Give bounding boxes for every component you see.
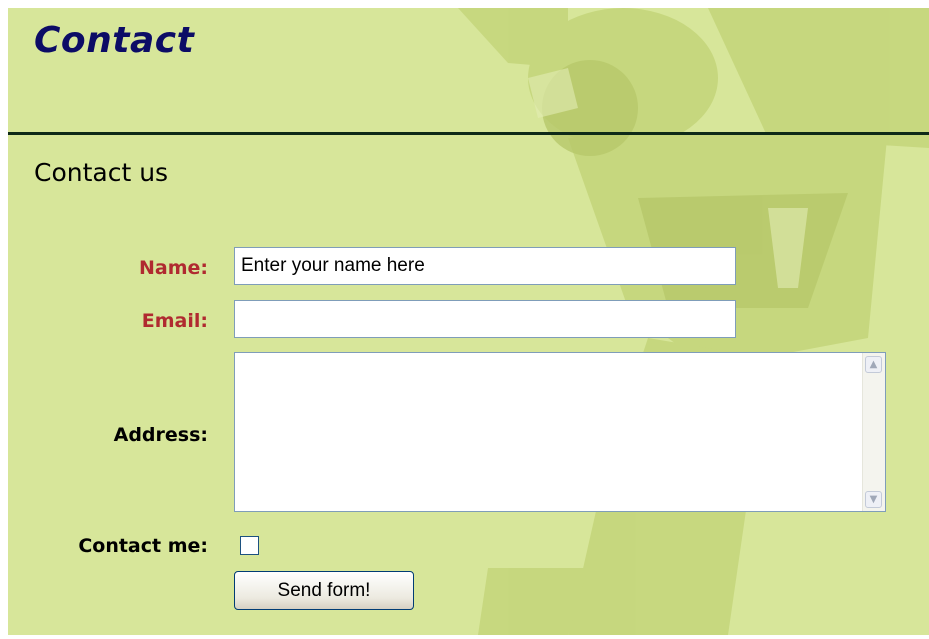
email-label: Email: [141, 310, 208, 332]
form-heading: Contact us [34, 158, 169, 187]
contact-me-label: Contact me: [78, 535, 208, 557]
address-textarea[interactable]: ▲ ▼ [234, 352, 886, 512]
page-title: Contact [34, 20, 195, 61]
email-input[interactable] [234, 300, 736, 338]
address-label: Address: [113, 424, 208, 446]
name-input[interactable] [234, 247, 736, 285]
address-scrollbar[interactable]: ▲ ▼ [862, 353, 885, 511]
scroll-up-icon[interactable]: ▲ [865, 356, 882, 373]
header-divider [8, 132, 929, 135]
name-label: Name: [138, 257, 208, 279]
contact-me-checkbox[interactable] [240, 536, 259, 555]
page-frame: Contact Contact us Name: Email: Address:… [8, 8, 929, 635]
scroll-down-icon[interactable]: ▼ [865, 491, 882, 508]
send-form-button[interactable]: Send form! [234, 571, 414, 610]
